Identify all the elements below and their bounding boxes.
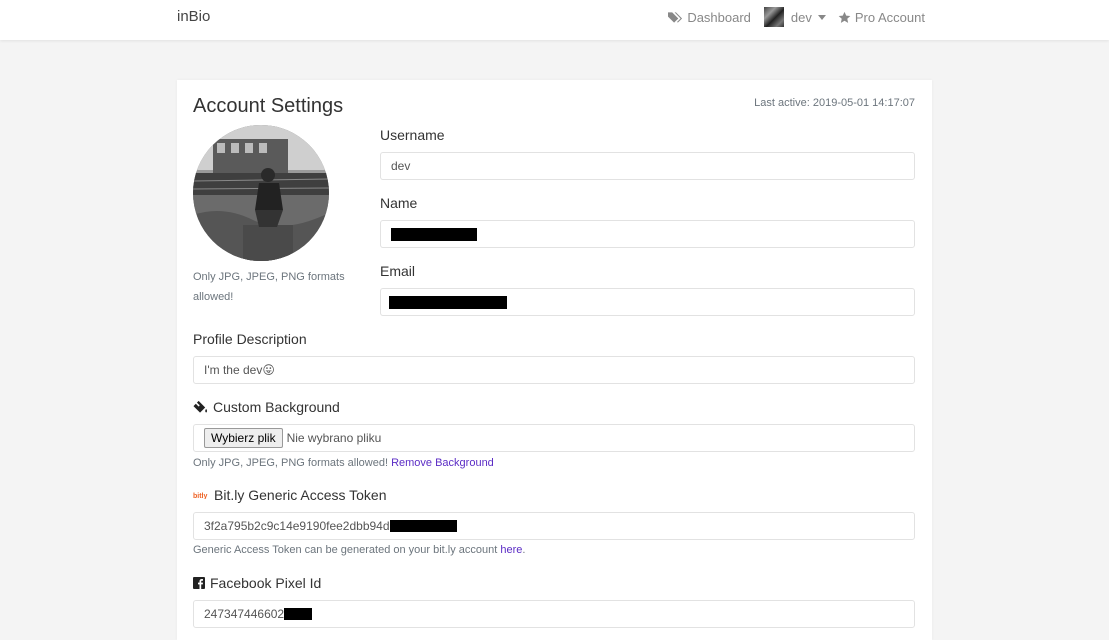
profile-description-input[interactable]: I'm the dev😛 — [193, 356, 915, 384]
email-input[interactable] — [380, 288, 915, 316]
bitly-token-input[interactable]: 3f2a795b2c9c14e9190fee2dbb94d — [193, 512, 915, 540]
nav-avatar — [763, 7, 784, 27]
redacted-value — [284, 608, 313, 620]
navbar: inBio Dashboard dev Pro Account — [0, 0, 1109, 40]
nav-user-dropdown[interactable]: dev — [763, 7, 826, 27]
redacted-value — [389, 295, 507, 309]
redacted-value — [391, 227, 477, 241]
nav-pro-link[interactable]: Pro Account — [838, 10, 925, 25]
no-file-chosen-text: Nie wybrano pliku — [286, 431, 382, 445]
redacted-value — [389, 520, 457, 532]
settings-card: Account Settings Last active: 2019-05-01… — [177, 80, 932, 640]
email-label: Email — [380, 263, 416, 279]
profile-photo-image — [193, 125, 329, 261]
profile-avatar[interactable] — [193, 125, 329, 261]
remove-background-link[interactable]: Remove Background — [391, 457, 494, 469]
background-note: Only JPG, JPEG, PNG formats allowed! Rem… — [193, 457, 494, 469]
paint-bucket-icon — [193, 400, 208, 413]
facebook-pixel-input[interactable]: 247347446602 — [193, 600, 915, 628]
nav-user-label: dev — [790, 9, 812, 25]
page-title: Account Settings — [193, 95, 344, 117]
profile-description-label: Profile Description — [193, 331, 307, 347]
username-label: Username — [380, 127, 445, 143]
avatar-format-note: Only JPG, JPEG, PNG formats allowed! — [193, 271, 345, 303]
brand-logo[interactable]: inBio — [177, 8, 210, 25]
custom-background-label: Custom Background — [193, 399, 340, 415]
facebook-pixel-label: Facebook Pixel Id — [193, 575, 321, 591]
bitly-note: Generic Access Token can be generated on… — [193, 544, 526, 556]
nav-pro-label: Pro Account — [854, 9, 925, 25]
name-label: Name — [380, 195, 418, 211]
background-file-input[interactable]: Wybierz plik Nie wybrano pliku — [193, 424, 915, 452]
nav-dashboard-label: Dashboard — [687, 9, 751, 25]
bitly-here-link[interactable]: here — [500, 544, 522, 556]
last-active-text: Last active: 2019-05-01 14:17:07 — [754, 97, 915, 109]
star-icon — [838, 11, 851, 23]
tags-icon — [668, 11, 683, 23]
chevron-down-icon — [817, 14, 826, 20]
svg-text:bitly: bitly — [193, 493, 207, 499]
username-input[interactable]: dev — [380, 152, 915, 180]
bitly-token-label: bitly Bit.ly Generic Access Token — [193, 487, 387, 503]
nav-right: Dashboard dev Pro Account — [668, 7, 925, 27]
name-input[interactable] — [380, 220, 915, 248]
facebook-icon — [193, 577, 205, 589]
bitly-logo-icon: bitly — [193, 493, 207, 499]
choose-file-button[interactable]: Wybierz plik — [204, 428, 283, 448]
nav-dashboard-link[interactable]: Dashboard — [668, 10, 751, 25]
